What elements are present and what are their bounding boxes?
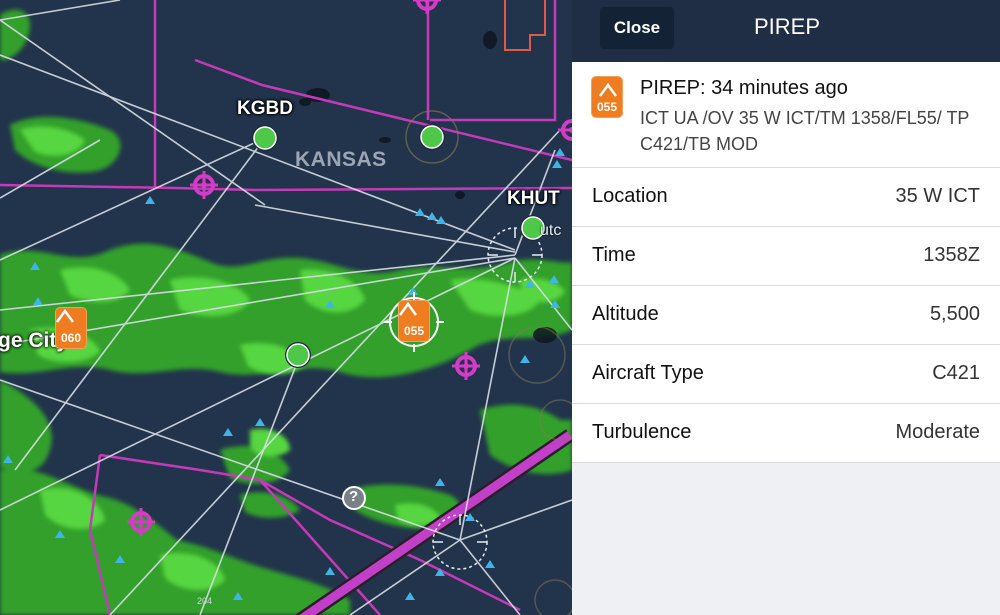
detail-row-aircraft-type: Aircraft Type C421	[572, 345, 1000, 404]
turbulence-icon	[399, 301, 417, 316]
detail-row-location: Location 35 W ICT	[572, 168, 1000, 227]
detail-row-time: Time 1358Z	[572, 227, 1000, 286]
turbulence-icon	[56, 308, 74, 323]
detail-label: Location	[592, 185, 668, 207]
detail-value: 5,500	[929, 303, 980, 325]
pirep-detail-panel: Close PIREP 055 PIREP: 34 minutes ago IC…	[572, 0, 1000, 615]
pirep-marker[interactable]: 060	[55, 307, 87, 349]
city-label-hutchinson: utc	[540, 222, 562, 239]
detail-row-turbulence: Turbulence Moderate	[572, 404, 1000, 463]
turbulence-icon	[599, 82, 617, 97]
airport-label-kgbd[interactable]: KGBD	[237, 98, 293, 120]
detail-row-altitude: Altitude 5,500	[572, 286, 1000, 345]
pirep-summary-badge: 055	[591, 76, 623, 118]
route-number-label: 204	[197, 596, 213, 606]
panel-header: Close PIREP	[572, 0, 1000, 62]
pirep-summary-altitude: 055	[596, 100, 618, 114]
state-label: KANSAS	[295, 148, 387, 171]
detail-label: Time	[592, 244, 636, 266]
pirep-summary: 055 PIREP: 34 minutes ago ICT UA /OV 35 …	[572, 62, 1000, 168]
detail-label: Aircraft Type	[592, 362, 704, 384]
airport-label-khut[interactable]: KHUT	[507, 188, 560, 210]
detail-value: Moderate	[895, 421, 981, 443]
detail-label: Turbulence	[592, 421, 692, 443]
unknown-report-label[interactable]: ?	[349, 488, 358, 505]
pirep-altitude: 055	[403, 324, 425, 338]
panel-title-text: PIREP	[753, 14, 821, 39]
detail-value: C421	[932, 362, 980, 384]
detail-value: 1358Z	[923, 244, 980, 266]
pirep-age-heading: PIREP: 34 minutes ago	[640, 77, 848, 99]
restricted-airspace	[504, 0, 546, 51]
pirep-marker-selected[interactable]: 055	[398, 300, 430, 342]
panel-title: PIREP	[572, 14, 1000, 40]
pirep-raw-text: ICT UA /OV 35 W ICT/TM 1358/FL55/ TP C42…	[640, 108, 970, 154]
detail-value: 35 W ICT	[895, 185, 980, 207]
weather-map[interactable]: KGBD KHUT KANSAS ge City utc ? 204 060 0…	[0, 0, 572, 615]
map-graphics	[0, 0, 572, 615]
detail-label: Altitude	[592, 303, 659, 325]
pirep-altitude: 060	[60, 331, 82, 345]
